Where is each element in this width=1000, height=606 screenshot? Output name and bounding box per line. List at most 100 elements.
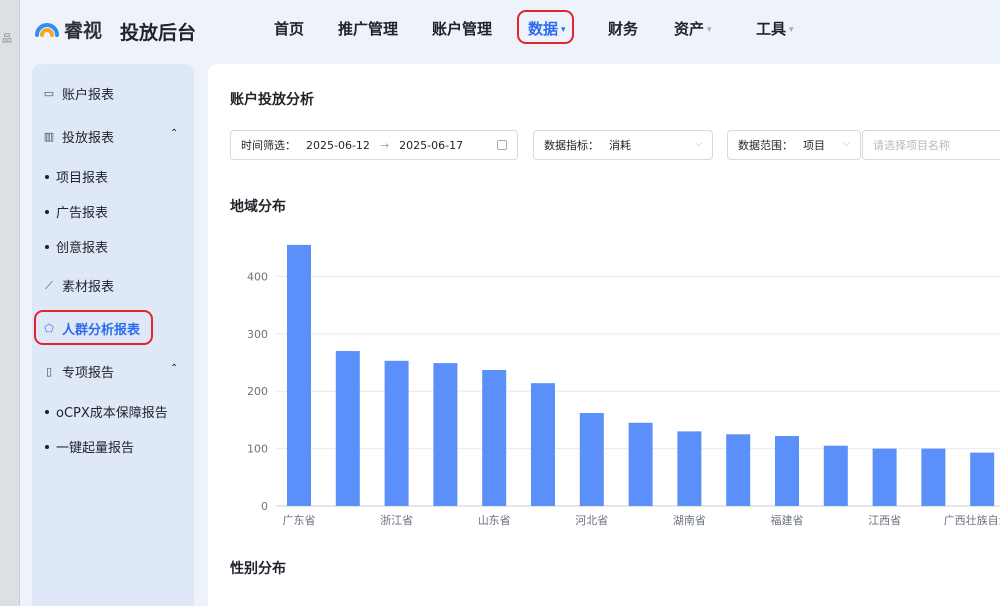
bar — [335, 351, 360, 506]
time-range-picker[interactable]: 时间筛选： 2025-06-12 → 2025-06-17 — [230, 130, 518, 160]
bullet-dot — [45, 210, 49, 214]
sidebar-item-project-report[interactable]: 项目报表 — [45, 167, 108, 186]
metric-select[interactable]: 数据指标： 消耗 ⌵ — [533, 130, 713, 160]
sidebar-item-special-report[interactable]: ▯ 专项报告 — [42, 362, 114, 381]
audience-report-highlight — [34, 310, 153, 345]
scope-select[interactable]: 数据范围： 项目 ⌵ — [727, 130, 861, 160]
metric-label: 数据指标： — [544, 139, 599, 152]
nav-home-label: 首页 — [274, 20, 305, 38]
top-navigation-bar: 睿视 投放后台 首页 推广管理 账户管理 数据 ▾ 财务 资产 ▾ 工具 ▾ — [20, 0, 1000, 60]
bar — [287, 244, 311, 506]
bar — [531, 383, 555, 506]
x-tick-label: 河北省 — [575, 514, 608, 527]
nav-finance[interactable]: 财务 — [608, 18, 638, 39]
sidebar-item-label: oCPX成本保障报告 — [56, 406, 168, 421]
y-tick-label: 200 — [247, 385, 268, 398]
sidebar-item-label: 账户报表 — [62, 88, 115, 103]
chevron-up-icon[interactable]: ⌃ — [170, 363, 178, 374]
scope-value: 项目 — [803, 139, 825, 152]
bar — [677, 431, 702, 506]
x-tick-label: 广东省 — [283, 514, 316, 527]
y-tick-label: 0 — [261, 500, 268, 513]
page-title: 账户投放分析 — [230, 92, 314, 108]
sidebar-item-label: 创意报表 — [56, 241, 109, 256]
window-edge: 品 — [0, 0, 20, 606]
logo-text: 睿视 — [64, 20, 103, 42]
end-date[interactable]: 2025-06-17 — [399, 139, 463, 152]
chevron-down-icon: ▾ — [707, 25, 712, 35]
bullet-dot — [45, 445, 49, 449]
nav-tools-label: 工具 — [756, 20, 787, 38]
nav-assets-label: 资产 — [674, 20, 705, 38]
nav-promotion[interactable]: 推广管理 — [338, 18, 398, 39]
bullet-dot — [45, 175, 49, 179]
y-tick-label: 100 — [247, 443, 268, 456]
start-date[interactable]: 2025-06-12 — [306, 139, 370, 152]
nav-finance-label: 财务 — [608, 20, 639, 38]
sidebar-item-label: 素材报表 — [62, 280, 115, 295]
x-tick-label: 山东省 — [478, 514, 511, 527]
sidebar-item-material-report[interactable]: ⟋ 素材报表 — [42, 276, 115, 296]
bar — [433, 363, 458, 506]
nav-assets[interactable]: 资产 ▾ — [674, 18, 712, 39]
arrow-right-icon: → — [379, 138, 390, 152]
bar — [628, 422, 653, 506]
bar — [970, 452, 995, 506]
y-tick-label: 300 — [247, 328, 268, 341]
bullet-dot — [45, 410, 49, 414]
scope-label: 数据范围： — [738, 139, 793, 152]
bar — [872, 448, 897, 506]
bar-chart-icon: ▥ — [43, 130, 55, 143]
sidebar-item-ad-report[interactable]: 广告报表 — [45, 202, 108, 221]
bar — [579, 413, 604, 506]
sidebar-item-label: 一键起量报告 — [56, 441, 135, 456]
chevron-up-icon[interactable]: ⌃ — [170, 128, 178, 139]
x-tick-label: 江西省 — [868, 514, 901, 527]
project-name-placeholder: 请选择项目名称 — [873, 139, 950, 152]
region-bar-chart: 0 100 200 300 400 广东省 浙江省 山东省 河北省 湖南省 福建省 江西省 广西壮族自治… — [247, 244, 1000, 527]
bar — [775, 435, 799, 506]
calendar-icon — [497, 140, 507, 150]
project-name-select[interactable]: 请选择项目名称 — [862, 130, 1000, 160]
bullet-dot — [45, 245, 49, 249]
nav-account[interactable]: 账户管理 — [432, 18, 492, 39]
sidebar-item-ocpx-report[interactable]: oCPX成本保障报告 — [45, 402, 168, 421]
bar — [823, 445, 848, 506]
x-tick-label: 湖南省 — [673, 514, 706, 527]
sidebar-item-label: 投放报表 — [62, 131, 115, 146]
line-chart-icon: ⟋ — [45, 278, 53, 292]
gender-section-title: 性别分布 — [230, 561, 286, 577]
sidebar-item-boost-report[interactable]: 一键起量报告 — [45, 437, 134, 456]
x-tick-label: 浙江省 — [380, 514, 413, 527]
chevron-down-icon: ⌵ — [695, 139, 702, 149]
app-title: 投放后台 — [120, 22, 197, 44]
logo-icon — [35, 22, 59, 37]
window-grip-icon: 品 — [2, 34, 12, 45]
x-tick-label: 福建省 — [771, 513, 804, 527]
sidebar-item-label: 项目报表 — [56, 171, 109, 186]
sidebar-item-delivery-report[interactable]: ▥ 投放报表 — [42, 127, 114, 146]
sidebar-item-label: 广告报表 — [56, 206, 109, 221]
metric-value: 消耗 — [609, 139, 631, 152]
sidebar-item-account-report[interactable]: ▭ 账户报表 — [42, 84, 114, 103]
main-content: 账户投放分析 时间筛选： 2025-06-12 → 2025-06-17 数据指… — [208, 64, 1000, 606]
y-tick-label: 400 — [247, 270, 268, 283]
bar — [482, 369, 507, 506]
brand-logo[interactable]: 睿视 — [34, 16, 102, 43]
nav-promotion-label: 推广管理 — [338, 20, 399, 38]
nav-home[interactable]: 首页 — [274, 18, 304, 39]
time-filter-label: 时间筛选： — [241, 139, 296, 152]
bar — [384, 360, 409, 506]
sidebar-item-creative-report[interactable]: 创意报表 — [45, 237, 108, 256]
chevron-down-icon: ⌵ — [843, 139, 850, 149]
chevron-down-icon: ▾ — [789, 25, 794, 35]
bar — [921, 448, 946, 506]
bar — [726, 434, 751, 506]
nav-account-label: 账户管理 — [432, 20, 493, 38]
x-tick-label: 广西壮族自治区 — [944, 513, 1000, 527]
sidebar: ▭ 账户报表 ▥ 投放报表 ⌃ 项目报表 广告报表 创意报表 ⟋ 素材报表 ⬠ 人群分析… — [32, 64, 194, 606]
nav-data-highlight — [517, 10, 574, 44]
region-section-title: 地域分布 — [230, 199, 286, 215]
card-icon: ▭ — [43, 87, 55, 100]
nav-tools[interactable]: 工具 ▾ — [756, 18, 794, 39]
